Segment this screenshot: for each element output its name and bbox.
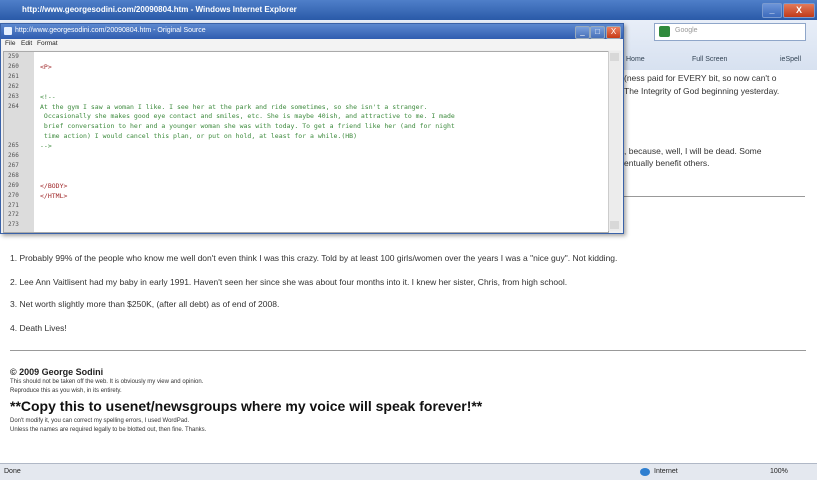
- line-number: 266: [8, 152, 19, 159]
- fullscreen-button[interactable]: Full Screen: [692, 56, 727, 63]
- google-icon: [659, 26, 670, 37]
- code-line: At the gym I saw a woman I like. I see h…: [40, 102, 428, 111]
- line-number: 268: [8, 171, 19, 179]
- search-placeholder: Google: [675, 27, 698, 34]
- line-number: 270: [8, 191, 19, 199]
- source-code-view[interactable]: 259 260 261 262 263 264 265 266 267 268 269 270 271 2…: [3, 51, 609, 233]
- list-item: 4. Death Lives!: [10, 323, 67, 333]
- source-window: http://www.georgesodini.com/20090804.htm…: [0, 23, 624, 234]
- home-button[interactable]: Home: [626, 56, 645, 63]
- list-item: 1. Probably 99% of the people who know m…: [10, 253, 618, 263]
- page-text-fragment: The Integrity of God beginning yesterday…: [624, 86, 780, 96]
- line-number: 267: [8, 161, 19, 169]
- code-line: time action) I would cancel this plan, o…: [40, 132, 357, 141]
- code-line: Occasionally she makes good eye contact …: [40, 112, 455, 121]
- line-number: 273: [8, 221, 19, 229]
- status-text: Done: [4, 468, 21, 475]
- zone-label: Internet: [654, 468, 678, 475]
- line-number: 261: [8, 72, 19, 80]
- line-number: 271: [8, 201, 19, 209]
- note-line: Reproduce this as you wish, in its entir…: [10, 388, 122, 394]
- menu-format[interactable]: Format: [37, 40, 58, 47]
- ie-window-title: http://www.georgesodini.com/20090804.htm…: [22, 5, 297, 14]
- line-number: 265: [8, 142, 19, 150]
- note-line: Unless the names are required legally to…: [10, 427, 207, 433]
- line-number: 264: [8, 102, 19, 110]
- source-scrollbar[interactable]: [608, 51, 621, 231]
- line-number: 269: [8, 181, 19, 189]
- headline: **Copy this to usenet/newsgroups where m…: [10, 398, 483, 414]
- code-line: -->: [40, 142, 52, 151]
- note-line: This should not be taken off the web. It…: [10, 379, 204, 385]
- source-close-button[interactable]: X: [606, 26, 621, 39]
- globe-icon: [640, 468, 650, 476]
- command-bar: Home Full Screen ieSpell: [620, 55, 817, 69]
- line-number: 263: [8, 92, 19, 100]
- status-bar: Done Internet 100%: [0, 463, 817, 480]
- menu-edit[interactable]: Edit: [21, 40, 32, 47]
- menu-file[interactable]: File: [5, 40, 15, 47]
- page-text-fragment: entually benefit others.: [624, 158, 710, 168]
- line-number: 272: [8, 211, 19, 219]
- line-number: 259: [8, 53, 19, 60]
- source-minimize-button[interactable]: _: [575, 26, 590, 39]
- ie-title-bar: http://www.georgesodini.com/20090804.htm…: [0, 0, 817, 20]
- code-line: brief conversation to her and a younger …: [40, 122, 455, 131]
- ie-close-button[interactable]: X: [783, 3, 815, 18]
- line-number-gutter: 259 260 261 262 263 264 265 266 267 268 269 270 271 2…: [4, 52, 34, 232]
- iespell-button[interactable]: ieSpell: [780, 56, 801, 63]
- note-line: Don't modify it, you can correct my spel…: [10, 418, 190, 424]
- line-number: 262: [8, 82, 19, 90]
- source-menu-bar: File Edit Format: [1, 39, 623, 50]
- code-line: <!--: [40, 92, 56, 101]
- divider: [10, 350, 806, 351]
- scroll-down-arrow[interactable]: [610, 221, 619, 229]
- code-line: <P>: [40, 62, 52, 71]
- page-text-fragment: , because, well, I will be dead. Some: [624, 146, 762, 156]
- source-title: http://www.georgesodini.com/20090804.htm…: [15, 27, 206, 34]
- search-input[interactable]: Google: [654, 23, 806, 41]
- source-maximize-button[interactable]: □: [590, 26, 605, 39]
- copyright: © 2009 George Sodini: [10, 367, 104, 377]
- zoom-level[interactable]: 100%: [770, 468, 788, 475]
- ie-minimize-button[interactable]: _: [762, 3, 782, 18]
- page-icon: [4, 27, 12, 35]
- line-number: 260: [8, 62, 19, 70]
- divider: [624, 196, 805, 197]
- page-text-fragment: (ness paid for EVERY bit, so now can't o: [624, 73, 777, 83]
- list-item: 3. Net worth slightly more than $250K, (…: [10, 299, 280, 309]
- code-line: </HTML>: [40, 191, 68, 200]
- list-item: 2. Lee Ann Vaitlisent had my baby in ear…: [10, 277, 568, 287]
- scroll-up-arrow[interactable]: [610, 53, 619, 61]
- source-title-bar: http://www.georgesodini.com/20090804.htm…: [1, 24, 623, 39]
- code-line: </BODY>: [40, 181, 68, 190]
